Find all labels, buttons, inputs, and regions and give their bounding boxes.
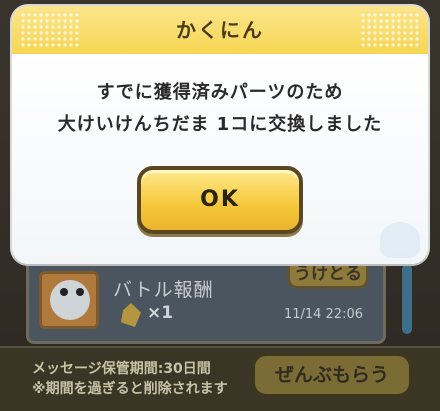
reward-item-icon [121,303,141,327]
dialog-header: かくにん [12,6,428,54]
scrollbar[interactable] [402,264,412,334]
ok-button[interactable]: OK [137,166,303,234]
storage-period-note: メッセージ保管期間:30日間 [32,361,211,377]
reward-count: ×1 [147,303,174,323]
message-line-1: すでに獲得済みパーツのため [96,82,344,103]
sender-avatar [39,271,99,329]
mail-card[interactable]: バトル報酬 うけとる ×1 11/14 22:06 [26,256,386,344]
message-line-2: 大けいけんちだま 1コに交換しました [57,114,383,135]
dialog-title: かくにん [176,18,264,42]
ok-button-label: OK [200,187,240,212]
mail-title: バトル報酬 [113,279,214,301]
receive-all-button[interactable]: ぜんぶもらう [252,353,412,397]
confirmation-dialog: かくにん すでに獲得済みパーツのため 大けいけんちだま 1コに交換しました OK [12,6,428,264]
deletion-note: ※期間を過ぎると削除されます [32,381,228,397]
mail-timestamp: 11/14 22:06 [283,307,363,322]
swirl-decoration [380,222,420,258]
